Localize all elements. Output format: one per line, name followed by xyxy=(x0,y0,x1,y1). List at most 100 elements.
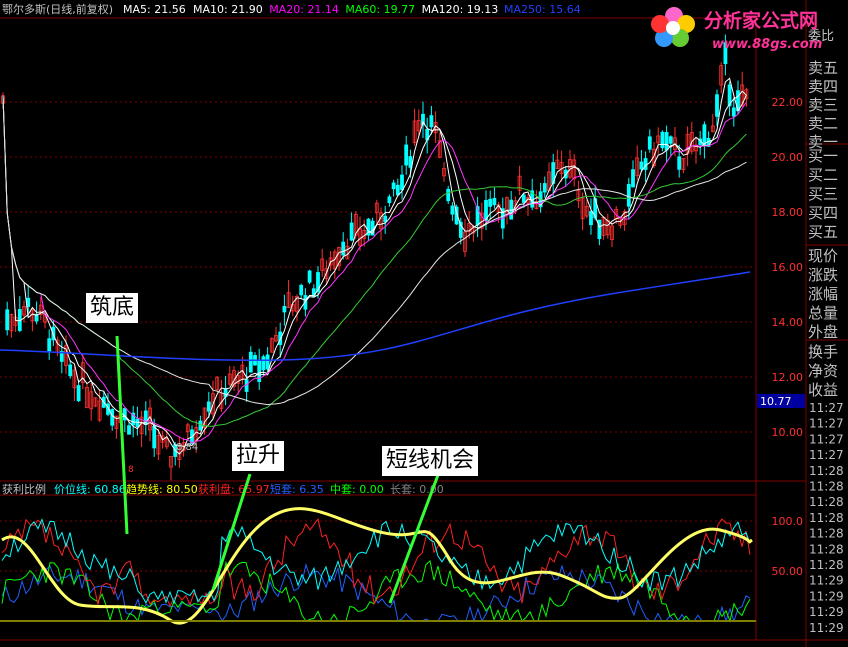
candle-body xyxy=(647,136,652,150)
candle-body xyxy=(400,174,404,191)
annotation-opportunity: 短线机会 xyxy=(382,446,479,476)
price-axis-label: 16.00 xyxy=(772,261,804,274)
panel-label-info: 外盘 xyxy=(808,323,838,341)
candle-body xyxy=(626,183,631,207)
candle-body xyxy=(110,409,115,426)
candle-body xyxy=(589,211,593,226)
candle-body xyxy=(429,115,434,128)
candle-body xyxy=(299,284,304,296)
candle-body xyxy=(76,385,81,402)
candle-body xyxy=(677,156,682,170)
panel-label-info2: 净资 xyxy=(808,362,838,380)
time-tick: 11:27 xyxy=(809,417,844,431)
candle-body xyxy=(391,182,396,190)
candle-body xyxy=(383,215,388,223)
watermark-logo: 分析家公式网 www.88gs.com xyxy=(646,2,846,54)
panel-label-info2: 换手 xyxy=(808,343,838,361)
candle-body xyxy=(715,94,719,117)
marker-glyph: 8 xyxy=(128,465,134,475)
current-price-label: 10.77 xyxy=(760,395,792,408)
ma-legend-item: MA20: 21.14 xyxy=(269,3,339,16)
panel-label-sell: 卖二 xyxy=(808,115,838,133)
candle-body xyxy=(387,196,392,204)
logo-title: 分析家公式网 xyxy=(704,9,818,32)
time-tick: 11:28 xyxy=(809,511,844,525)
time-tick: 11:27 xyxy=(809,432,844,446)
price-axis-label: 20.00 xyxy=(772,151,804,164)
sub-legend-item: 中套: 0.00 xyxy=(330,483,384,496)
candle-body xyxy=(668,136,673,144)
sub-title: 获利比例 xyxy=(2,482,46,496)
panel-label-info2: 收益 xyxy=(808,381,838,399)
candle-body xyxy=(68,364,73,377)
logo-url: www.88gs.com xyxy=(712,37,822,52)
candle-body xyxy=(450,205,455,215)
sub-legend: 获利比例 价位线: 60.86 趋势线: 80.50 获利盘: 65.97 短套: 6.… xyxy=(2,482,444,496)
sub-axis-label: 50.00 xyxy=(772,565,804,578)
sub-legend-item: 趋势线: 80.50 xyxy=(126,482,198,496)
candle-body xyxy=(282,305,287,313)
candle-body xyxy=(488,198,493,207)
candle-body xyxy=(404,144,409,166)
candle-body xyxy=(248,351,253,373)
time-tick: 11:29 xyxy=(809,574,844,588)
time-tick: 11:29 xyxy=(809,605,844,619)
price-axis-label: 14.00 xyxy=(772,316,804,329)
candle-body xyxy=(631,169,635,188)
candle-body xyxy=(521,194,526,203)
time-tick: 11:28 xyxy=(809,480,844,494)
candle-body xyxy=(198,420,203,431)
candle-body xyxy=(395,184,400,196)
candle-body xyxy=(307,270,312,283)
annotation-bottom: 筑底 xyxy=(86,293,139,323)
candle-body xyxy=(643,158,648,170)
candle-body xyxy=(731,107,736,117)
time-tick: 11:28 xyxy=(809,464,844,478)
panel-label-info: 总量 xyxy=(808,304,838,322)
candle-body xyxy=(349,222,354,241)
panel-label-sell: 卖四 xyxy=(808,78,838,96)
time-tick: 11:27 xyxy=(809,448,844,462)
panel-label-info: 涨幅 xyxy=(808,285,838,303)
candle-body xyxy=(122,408,127,421)
candle-body xyxy=(639,161,644,170)
sub-legend-item: 价位线: 60.86 xyxy=(54,482,126,496)
background xyxy=(0,0,848,647)
time-tick: 11:29 xyxy=(809,621,844,635)
panel-label-buy: 买四 xyxy=(808,204,838,222)
candle-body xyxy=(152,425,157,449)
candle-body xyxy=(47,338,52,352)
candle-body xyxy=(492,197,497,206)
logo-graphic: 分析家公式网 www.88gs.com xyxy=(651,7,822,52)
candle-body xyxy=(265,354,270,370)
sub-legend-item: 短套: 6.35 xyxy=(270,482,324,496)
price-axis-label: 12.00 xyxy=(772,371,804,384)
candle-body xyxy=(127,425,131,435)
panel-label-buy: 买三 xyxy=(808,185,838,203)
panel-label-buy: 买一 xyxy=(808,147,838,165)
candle-body xyxy=(542,183,547,193)
stock-title: 鄂尔多斯(日线,前复权) xyxy=(2,2,113,16)
chart-canvas[interactable]: 鄂尔多斯(日线,前复权) MA5: 21.56 MA10: 21.90 MA20: … xyxy=(0,0,848,647)
candle-body xyxy=(660,131,665,149)
price-axis-label: 10.00 xyxy=(772,426,804,439)
price-axis-label: 22.00 xyxy=(772,96,804,109)
time-tick: 11:28 xyxy=(809,495,844,509)
panel-label-buy: 买五 xyxy=(808,223,838,241)
panel-label-info: 涨跌 xyxy=(808,266,838,284)
sub-axis-label: 100.0 xyxy=(772,515,804,528)
time-tick: 11:27 xyxy=(809,401,844,415)
low-price-marker: 8.84 xyxy=(176,442,198,453)
candle-body xyxy=(664,132,669,151)
sub-legend-item: 获利盘: 65.97 xyxy=(198,482,270,496)
candle-body xyxy=(135,418,140,427)
ma-legend-item: MA250: 15.64 xyxy=(504,3,581,16)
panel-label-buy: 买二 xyxy=(808,166,838,184)
candle-body xyxy=(341,241,346,256)
time-tick: 11:28 xyxy=(809,558,844,572)
time-tick: 11:28 xyxy=(809,542,844,556)
panel-label-info: 现价 xyxy=(808,247,838,265)
ma-legend-item: MA5: 21.56 xyxy=(123,3,186,16)
candle-body xyxy=(597,219,602,240)
price-axis-label: 18.00 xyxy=(772,206,804,219)
